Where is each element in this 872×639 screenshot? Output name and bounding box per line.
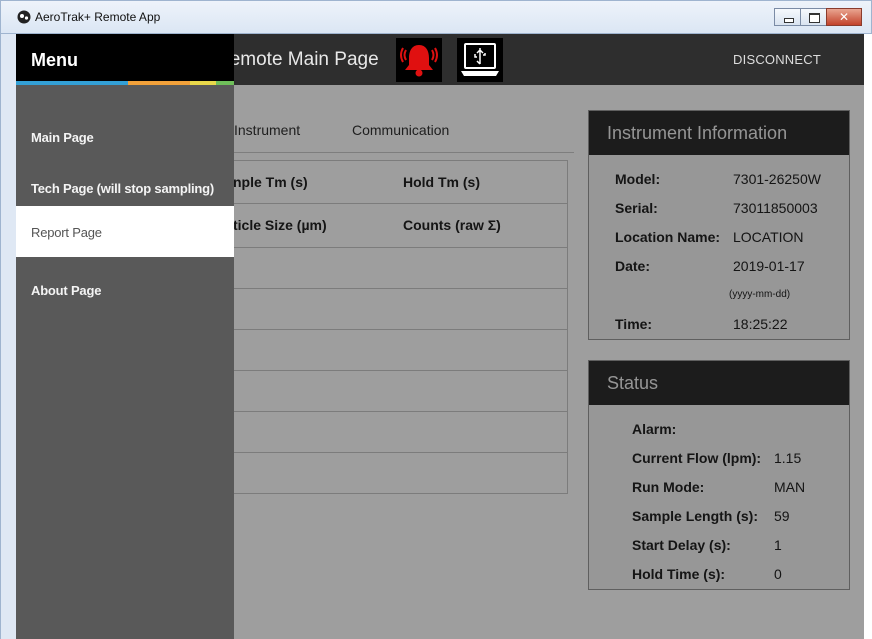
- app-content: Remote Main Page DISCONNECT Instrument C…: [16, 34, 872, 639]
- menu-header: Menu: [16, 34, 234, 85]
- window-title: AeroTrak+ Remote App: [35, 10, 161, 24]
- menu-title: Menu: [31, 50, 78, 70]
- minimize-button[interactable]: [774, 8, 800, 26]
- window-frame-left: [0, 34, 16, 639]
- menu-item-main-page[interactable]: Main Page: [16, 112, 234, 163]
- menu-item-about-page[interactable]: About Page: [16, 265, 234, 316]
- alarm-bell-icon: [400, 45, 438, 77]
- alarm-button[interactable]: [396, 38, 442, 82]
- usb-connection-button[interactable]: [457, 38, 503, 82]
- close-button[interactable]: ✕: [826, 8, 862, 26]
- menu-drawer: Menu Main Page Tech Page (will stop samp…: [16, 34, 234, 639]
- app-logo-icon: [17, 10, 31, 24]
- page-title: Remote Main Page: [216, 49, 379, 70]
- menu-accent-stripe: [16, 81, 234, 85]
- disconnect-button[interactable]: DISCONNECT: [733, 52, 821, 67]
- window-titlebar: AeroTrak+ Remote App ✕: [0, 0, 872, 34]
- close-icon: ✕: [838, 10, 850, 24]
- maximize-button[interactable]: [800, 8, 826, 26]
- laptop-usb-icon: [461, 43, 499, 76]
- menu-item-report-page[interactable]: Report Page: [16, 206, 234, 257]
